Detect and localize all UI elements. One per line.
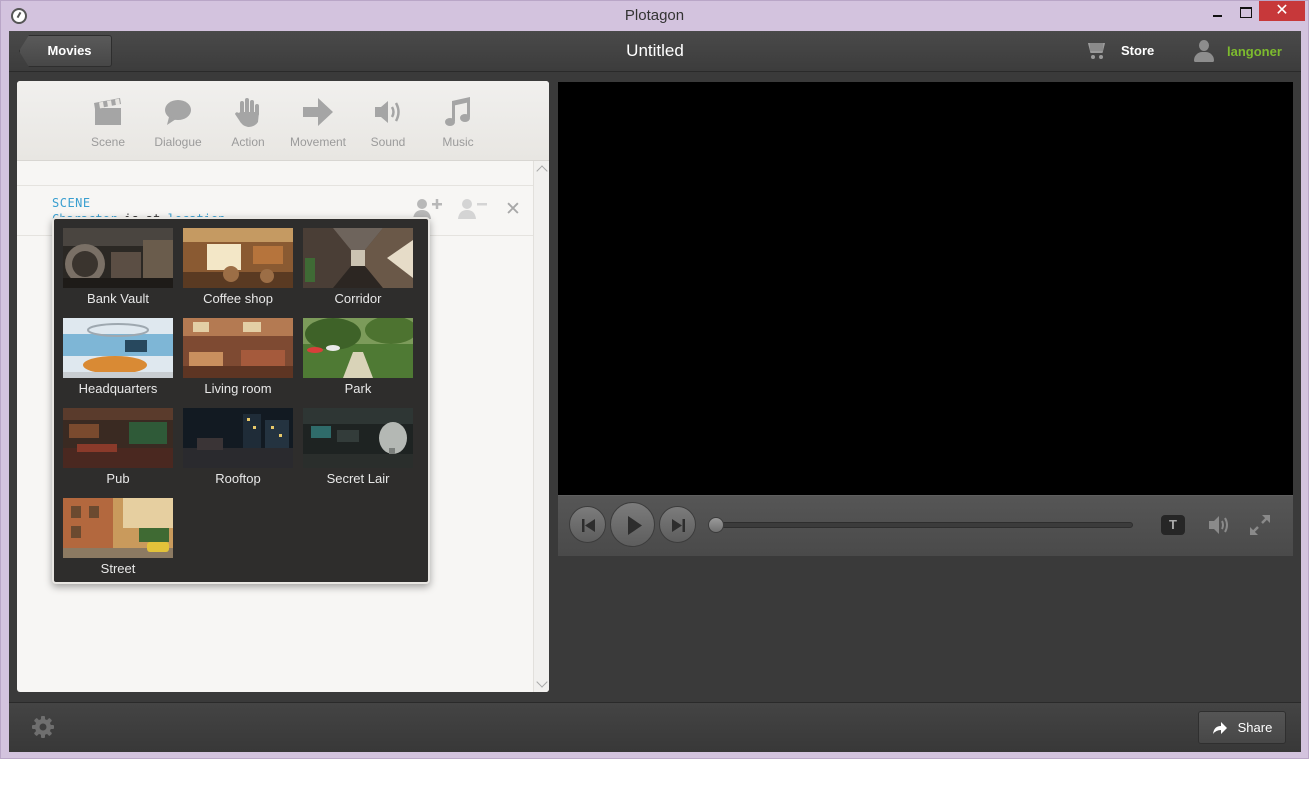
- playback-progress-track[interactable]: [711, 522, 1133, 528]
- location-label: Corridor: [334, 291, 382, 306]
- location-label: Street: [100, 561, 136, 576]
- fullscreen-button[interactable]: [1248, 514, 1272, 536]
- location-picker-popup: Bank Vault Coffee shop Corridor Headquar…: [52, 217, 430, 584]
- play-icon: [628, 516, 642, 535]
- street-thumbnail: [63, 498, 173, 558]
- location-tile-headquarters[interactable]: Headquarters: [63, 318, 173, 396]
- location-label: Headquarters: [78, 381, 158, 396]
- tool-movement-label: Movement: [289, 135, 347, 149]
- location-tile-living-room[interactable]: Living room: [183, 318, 293, 396]
- editor-scrollbar[interactable]: [533, 161, 549, 692]
- rooftop-thumbnail: [183, 408, 293, 468]
- location-label: Secret Lair: [326, 471, 390, 486]
- tool-music-button[interactable]: Music: [423, 95, 493, 149]
- bank-vault-thumbnail: [63, 228, 173, 288]
- cart-icon: [1085, 40, 1107, 60]
- play-button[interactable]: [610, 502, 655, 547]
- volume-icon: [1209, 516, 1228, 534]
- fullscreen-icon: [1250, 515, 1270, 535]
- top-bar: Movies Untitled Store langoner: [9, 31, 1301, 72]
- park-thumbnail: [303, 318, 413, 378]
- hand-icon: [231, 95, 265, 129]
- settings-gear-button[interactable]: [31, 715, 55, 739]
- gear-icon: [32, 716, 54, 738]
- location-tile-coffee-shop[interactable]: Coffee shop: [183, 228, 293, 306]
- location-tile-corridor[interactable]: Corridor: [303, 228, 413, 306]
- location-label: Park: [344, 381, 372, 396]
- tool-movement-button[interactable]: Movement: [283, 95, 353, 149]
- clapperboard-icon: [91, 95, 125, 129]
- tool-music-label: Music: [442, 135, 474, 149]
- tool-sound-button[interactable]: Sound: [353, 95, 423, 149]
- location-tile-street[interactable]: Street: [63, 498, 173, 576]
- scene-tag: SCENE: [52, 196, 91, 210]
- store-label: Store: [1121, 42, 1155, 58]
- share-label: Share: [1237, 720, 1273, 735]
- title-bar: Plotagon ✕: [1, 1, 1308, 31]
- scroll-up-arrow-icon[interactable]: [536, 165, 548, 177]
- subtitles-toggle-button[interactable]: T: [1161, 515, 1185, 535]
- pub-thumbnail: [63, 408, 173, 468]
- video-preview[interactable]: [558, 82, 1293, 495]
- tool-dialogue-button[interactable]: Dialogue: [143, 95, 213, 149]
- music-note-icon: [441, 95, 475, 129]
- player-controls: T: [558, 495, 1293, 556]
- share-button[interactable]: Share: [1198, 711, 1286, 744]
- username-label: langoner: [1227, 43, 1282, 59]
- window-title: Plotagon: [624, 7, 685, 24]
- arrow-right-icon: [301, 95, 335, 129]
- maximize-button[interactable]: [1232, 3, 1258, 25]
- location-tile-bank-vault[interactable]: Bank Vault: [63, 228, 173, 306]
- secret-lair-thumbnail: [303, 408, 413, 468]
- minimize-button[interactable]: [1205, 3, 1231, 25]
- tool-scene-label: Scene: [90, 135, 126, 149]
- coffee-shop-thumbnail: [183, 228, 293, 288]
- script-toolbar: Scene Dialogue Action Movement Sound Mus…: [17, 81, 549, 161]
- scroll-down-arrow-icon[interactable]: [536, 676, 548, 688]
- location-label: Rooftop: [215, 471, 261, 486]
- remove-line-icon[interactable]: ✕: [505, 198, 521, 221]
- user-icon: [1193, 40, 1215, 62]
- tool-dialogue-label: Dialogue: [154, 135, 202, 149]
- bottom-bar: Share: [9, 702, 1301, 752]
- location-tile-pub[interactable]: Pub: [63, 408, 173, 486]
- store-button[interactable]: Store: [1085, 40, 1154, 60]
- skip-previous-icon: [582, 519, 595, 532]
- speaker-icon: [371, 95, 405, 129]
- remove-character-icon[interactable]: [457, 198, 489, 220]
- location-tile-secret-lair[interactable]: Secret Lair: [303, 408, 413, 486]
- location-tile-park[interactable]: Park: [303, 318, 413, 396]
- location-label: Pub: [106, 471, 130, 486]
- location-tile-rooftop[interactable]: Rooftop: [183, 408, 293, 486]
- location-label: Living room: [204, 381, 272, 396]
- skip-previous-button[interactable]: [569, 506, 606, 543]
- tool-action-label: Action: [231, 135, 265, 149]
- share-arrow-icon: [1212, 721, 1227, 734]
- playback-scrubber-handle[interactable]: [708, 517, 724, 533]
- living-room-thumbnail: [183, 318, 293, 378]
- volume-button[interactable]: [1207, 514, 1231, 536]
- location-label: Bank Vault: [87, 291, 149, 306]
- tool-scene-button[interactable]: Scene: [73, 95, 143, 149]
- tool-sound-label: Sound: [370, 135, 406, 149]
- speech-bubble-icon: [161, 95, 195, 129]
- headquarters-thumbnail: [63, 318, 173, 378]
- skip-next-icon: [672, 519, 685, 532]
- skip-next-button[interactable]: [659, 506, 696, 543]
- tool-action-button[interactable]: Action: [213, 95, 283, 149]
- location-label: Coffee shop: [203, 291, 273, 306]
- user-account-button[interactable]: langoner: [1193, 40, 1282, 62]
- close-window-button[interactable]: ✕: [1259, 1, 1305, 21]
- corridor-thumbnail: [303, 228, 413, 288]
